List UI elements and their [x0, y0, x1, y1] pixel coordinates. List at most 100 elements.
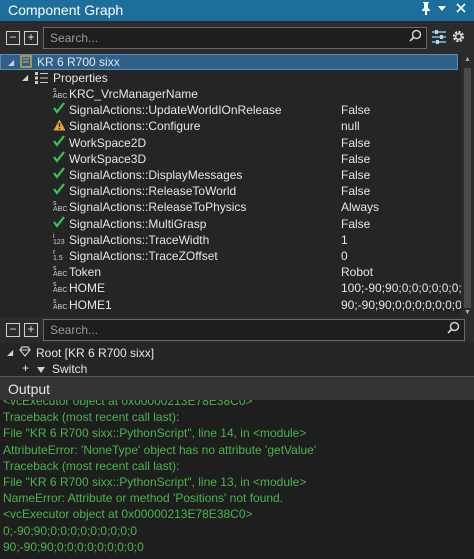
property-row[interactable]: s ABC KRC_VrcManagerName: [0, 86, 458, 102]
search-box: [43, 27, 427, 49]
property-value[interactable]: False: [341, 152, 370, 166]
type-glyph-bottom: ABC: [53, 287, 68, 294]
checkmark-icon: [53, 135, 65, 150]
property-name: Token: [69, 265, 102, 279]
search-input[interactable]: [48, 29, 404, 47]
property-value[interactable]: 100;-90;90;0;0;0;0;0;0;0;0;(: [341, 281, 474, 295]
property-row[interactable]: s ABC HOME1 90;-90;90;0;0;0;0;0;0;0;0;0: [0, 297, 474, 313]
hierarchy-toolbar: − +: [0, 317, 474, 343]
output-line: File "KR 6 R700 sixx::PythonScript", lin…: [3, 475, 307, 489]
panel-menu-icon[interactable]: [437, 4, 447, 15]
hierarchy-root-node[interactable]: ◢ Root [KR 6 R700 sixx]: [0, 345, 458, 361]
output-line: AttributeError: 'NoneType' object has no…: [3, 442, 317, 457]
property-name: SignalActions::MultiGrasp: [69, 217, 207, 231]
warning-icon: [53, 119, 66, 131]
type-glyph-bottom: 123: [53, 239, 65, 246]
checkmark-icon: [53, 216, 65, 231]
real-type-icon: r 1.5: [53, 249, 65, 262]
property-row[interactable]: WorkSpace3D False: [0, 151, 458, 167]
expand-all-button[interactable]: +: [24, 31, 38, 45]
string-type-icon: s ABC: [53, 281, 68, 294]
expand-plus-icon[interactable]: +: [22, 361, 29, 375]
string-type-icon: s ABC: [53, 200, 67, 213]
checkmark-icon: [53, 102, 65, 117]
property-name: HOME1: [69, 298, 112, 312]
collapse-arrow-icon[interactable]: ◢: [7, 348, 13, 357]
output-line: File "KR 6 R700 sixx::PythonScript", lin…: [3, 426, 307, 441]
scroll-thumb[interactable]: [464, 68, 471, 308]
property-row[interactable]: s ABC SignalActions::ReleaseToPhysics Alway…: [0, 199, 458, 215]
property-name: SignalActions::ReleaseToPhysics: [69, 200, 247, 214]
scroll-up-icon[interactable]: ▲: [464, 56, 471, 63]
output-titlebar: Output: [0, 376, 474, 401]
property-value[interactable]: False: [341, 217, 370, 231]
hierarchy-switch-node[interactable]: + Switch: [0, 361, 458, 376]
property-value[interactable]: False: [341, 168, 370, 182]
property-row[interactable]: SignalActions::UpdateWorldIOnRelease Fals…: [0, 102, 458, 118]
output-title: Output: [8, 381, 51, 397]
type-glyph-bottom: ABC: [53, 271, 68, 278]
property-value[interactable]: False: [341, 184, 370, 198]
property-name: SignalActions::UpdateWorldIOnRelease: [69, 103, 282, 117]
property-name: SignalActions::Configure: [69, 119, 201, 133]
property-name: KRC_VrcManagerName: [69, 87, 198, 101]
property-row[interactable]: SignalActions::ReleaseToWorld False: [0, 183, 458, 199]
tree-properties-node[interactable]: ◢ Properties: [0, 70, 458, 86]
close-icon[interactable]: [455, 1, 467, 18]
root-diamond-icon: [19, 346, 31, 360]
tree-root-component[interactable]: ◢ KR 6 R700 sixx: [0, 54, 458, 70]
property-value[interactable]: False: [341, 103, 370, 117]
checkmark-icon: [53, 151, 65, 166]
property-value[interactable]: False: [341, 136, 370, 150]
property-name: SignalActions::TraceWidth: [69, 233, 210, 247]
property-value[interactable]: 1: [341, 233, 348, 247]
tree-root-label: KR 6 R700 sixx: [37, 55, 120, 69]
property-value[interactable]: Robot: [341, 265, 373, 279]
hierarchy-switch-label: Switch: [52, 362, 88, 376]
collapse-all-button-2[interactable]: −: [6, 323, 20, 337]
property-value[interactable]: Always: [341, 200, 379, 214]
filter-settings-icon[interactable]: [432, 30, 446, 47]
output-line: Traceback (most recent call last):: [3, 458, 180, 473]
property-value[interactable]: null: [341, 119, 360, 133]
string-type-icon: s ABC: [53, 87, 67, 100]
property-row[interactable]: SignalActions::Configure null: [0, 118, 458, 134]
search-input-2[interactable]: [48, 321, 442, 339]
search-icon[interactable]: [447, 321, 460, 337]
scroll-down-icon[interactable]: ▼: [464, 309, 471, 316]
properties-icon: [35, 72, 48, 87]
string-type-icon: s ABC: [53, 265, 68, 278]
expand-all-button-2[interactable]: +: [24, 323, 38, 337]
property-name: WorkSpace3D: [69, 152, 147, 166]
checkmark-icon: [53, 167, 65, 182]
property-row[interactable]: s ABC HOME 100;-90;90;0;0;0;0;0;0;0;0;(: [0, 280, 474, 296]
output-line: 90;-90;90;0;0;0;0;0;0;0;0;0: [3, 539, 144, 554]
property-row[interactable]: s ABC Token Robot: [0, 264, 458, 280]
collapse-arrow-icon[interactable]: ◢: [22, 73, 28, 82]
panel-title: Component Graph: [8, 2, 124, 18]
property-row[interactable]: r 1.5 SignalActions::TraceZOffset 0: [0, 248, 458, 264]
tree-scrollbar[interactable]: ▲ ▼: [461, 54, 474, 317]
property-value[interactable]: 90;-90;90;0;0;0;0;0;0;0;0;0: [341, 298, 474, 312]
property-name: SignalActions::TraceZOffset: [69, 249, 218, 263]
output-console[interactable]: <vcExecutor object at 0x00000213E78E38C0…: [0, 400, 474, 559]
pin-icon[interactable]: [420, 1, 432, 18]
gear-icon[interactable]: [451, 29, 466, 47]
property-name: SignalActions::ReleaseToWorld: [69, 184, 237, 198]
property-row[interactable]: i 123 SignalActions::TraceWidth 1: [0, 232, 458, 248]
collapse-all-button[interactable]: −: [6, 31, 20, 45]
search-icon[interactable]: [409, 29, 422, 45]
property-row[interactable]: WorkSpace2D False: [0, 135, 458, 151]
panel-titlebar: Component Graph: [0, 0, 474, 21]
search-box-2: [43, 319, 465, 341]
property-name: SignalActions::DisplayMessages: [69, 168, 243, 182]
component-graph-toolbar: − +: [0, 21, 474, 54]
output-line: Traceback (most recent call last):: [3, 410, 180, 425]
property-value[interactable]: 0: [341, 249, 348, 263]
hierarchy-tree: ◢ Root [KR 6 R700 sixx] + Switch: [0, 343, 474, 376]
component-icon: [20, 55, 32, 71]
property-name: HOME: [69, 281, 105, 295]
collapse-arrow-icon[interactable]: ◢: [8, 58, 14, 67]
property-row[interactable]: SignalActions::MultiGrasp False: [0, 216, 458, 232]
property-row[interactable]: SignalActions::DisplayMessages False: [0, 167, 458, 183]
